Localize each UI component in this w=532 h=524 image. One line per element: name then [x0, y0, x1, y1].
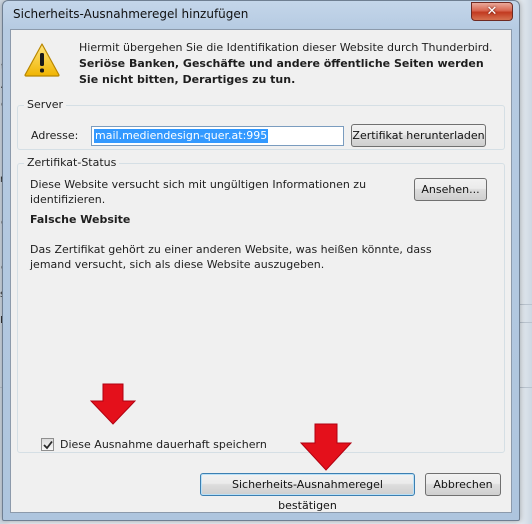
- close-icon: ✕: [486, 4, 498, 19]
- download-certificate-button[interactable]: Zertifikat herunterladen: [351, 124, 486, 147]
- warning-triangle-icon: [24, 43, 60, 77]
- cancel-button[interactable]: Abbrechen: [425, 473, 501, 496]
- intro-message: Hiermit übergehen Sie die Identifikation…: [79, 40, 499, 88]
- problem-title: Falsche Website: [30, 213, 131, 226]
- background-divider: [518, 322, 532, 323]
- problem-detail: Das Zertifikat gehört zu einer anderen W…: [30, 243, 432, 271]
- certificate-status-legend: Zertifikat-Status: [24, 156, 120, 169]
- dialog-content: Hiermit übergehen Sie die Identifikation…: [10, 29, 512, 513]
- down-arrow-icon: [90, 383, 136, 425]
- address-label: Adresse:: [31, 129, 79, 142]
- background-divider: [518, 304, 532, 305]
- background-divider: [518, 387, 532, 388]
- server-legend: Server: [24, 98, 67, 111]
- view-certificate-button[interactable]: Ansehen...: [414, 178, 487, 201]
- title-bar[interactable]: Sicherheits-Ausnahmeregel hinzufügen ✕: [3, 1, 519, 29]
- dialog-window: Sicherheits-Ausnahmeregel hinzufügen ✕ H…: [2, 0, 520, 521]
- checkmark-icon: [43, 440, 53, 450]
- window-title: Sicherheits-Ausnahmeregel hinzufügen: [13, 7, 249, 21]
- down-arrow-icon: [300, 423, 352, 471]
- background-right-strip: [518, 0, 532, 524]
- permanent-checkbox[interactable]: [41, 438, 54, 451]
- intro-warning: Seriöse Banken, Geschäfte und andere öff…: [79, 57, 484, 86]
- address-input[interactable]: mail.mediendesign-quer.at:995: [91, 126, 344, 146]
- close-button[interactable]: ✕: [471, 2, 513, 21]
- permanent-checkbox-label[interactable]: Diese Ausnahme dauerhaft speichern: [60, 438, 267, 451]
- intro-line: Hiermit übergehen Sie die Identifikation…: [79, 41, 493, 54]
- confirm-exception-button[interactable]: Sicherheits-Ausnahmeregel bestätigen: [200, 473, 415, 512]
- server-group: Server Adresse: mail.mediendesign-quer.a…: [17, 98, 505, 150]
- address-value: mail.mediendesign-quer.at:995: [94, 129, 269, 143]
- status-message: Diese Website versucht sich mit ungültig…: [30, 178, 367, 206]
